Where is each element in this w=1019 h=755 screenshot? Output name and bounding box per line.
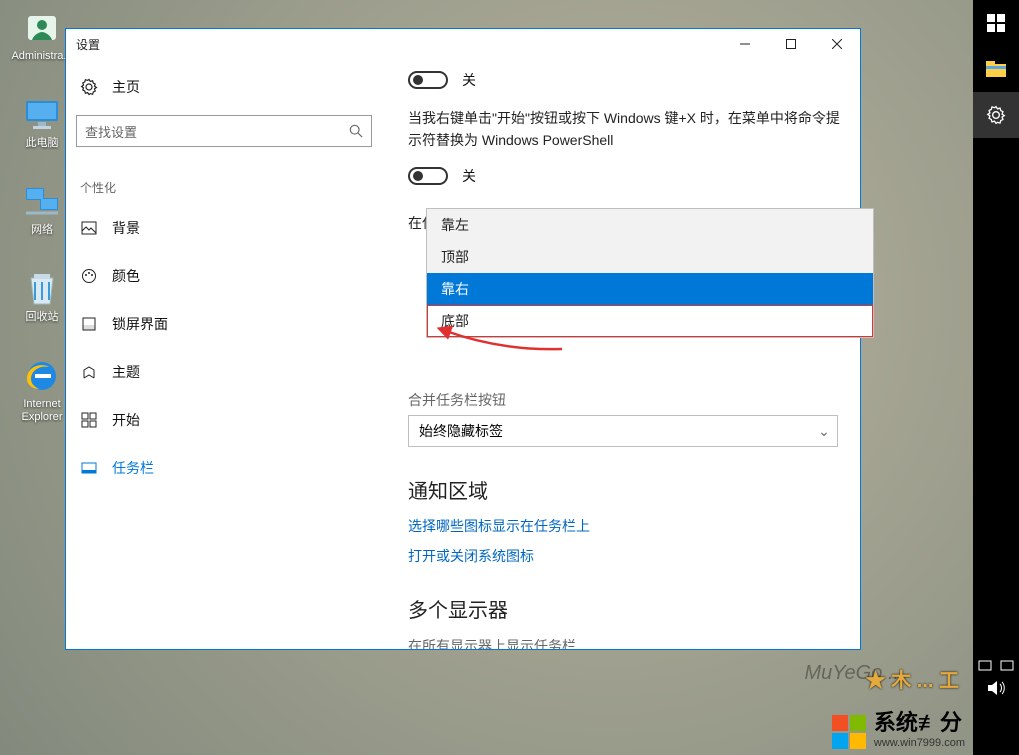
multimon-label: 在所有显示器上显示任务栏 xyxy=(408,635,842,649)
multimonitor-header: 多个显示器 xyxy=(408,594,842,623)
notification-area-header: 通知区域 xyxy=(408,475,842,504)
nav-label: 锁屏界面 xyxy=(112,314,168,334)
user-icon xyxy=(22,8,62,48)
home-row[interactable]: 主页 xyxy=(76,67,386,107)
dropdown-option-top[interactable]: 顶部 xyxy=(427,241,873,273)
desktop-icon-label: 回收站 xyxy=(26,311,59,324)
desktop-icons: Administra... 此电脑 网络 回收站 Internet Explor… xyxy=(12,8,72,424)
nav-background[interactable]: 背景 xyxy=(76,204,386,252)
desktop-icon-label: Administra... xyxy=(11,50,72,63)
taskbar-position-dropdown: 靠左 顶部 靠右 底部 xyxy=(426,208,874,338)
nav-themes[interactable]: 主题 xyxy=(76,348,386,396)
link-select-icons[interactable]: 选择哪些图标显示在任务栏上 xyxy=(408,516,842,536)
search-input[interactable]: 查找设置 xyxy=(76,115,372,147)
palette-icon xyxy=(80,268,98,284)
combine-label-partial: 合并任务栏按钮 xyxy=(408,389,842,411)
link-system-icons[interactable]: 打开或关闭系统图标 xyxy=(408,546,842,566)
picture-icon xyxy=(80,220,98,236)
lockscreen-icon xyxy=(80,316,98,332)
start-button[interactable] xyxy=(973,0,1019,46)
close-button[interactable] xyxy=(814,29,860,59)
settings-content: 关 当我右键单击"开始"按钮或按下 Windows 键+X 时，在菜单中将命令提… xyxy=(386,59,860,649)
combine-combobox[interactable]: 始终隐藏标签 ⌄ xyxy=(408,415,838,447)
toggle-switch-1[interactable] xyxy=(408,71,448,89)
settings-leftnav: 主页 查找设置 个性化 背景 颜色 锁屏界面 xyxy=(66,59,386,649)
nav-label: 颜色 xyxy=(112,266,140,286)
window-title: 设置 xyxy=(76,36,100,53)
watermark-logo-text: ★ 木 ... 工 xyxy=(866,664,959,693)
nav-lockscreen[interactable]: 锁屏界面 xyxy=(76,300,386,348)
nav-taskbar[interactable]: 任务栏 xyxy=(76,444,386,492)
desktop-icon-label: 网络 xyxy=(31,224,53,237)
brand-logo-icon xyxy=(832,715,866,749)
network-icon xyxy=(22,182,62,222)
volume-icon[interactable] xyxy=(987,680,1005,696)
explorer-button[interactable] xyxy=(973,46,1019,92)
combo-value: 始终隐藏标签 xyxy=(419,421,503,441)
computer-icon xyxy=(22,95,62,135)
tray-icon-1[interactable] xyxy=(978,658,992,672)
powershell-desc: 当我右键单击"开始"按钮或按下 Windows 键+X 时，在菜单中将命令提示符… xyxy=(408,107,842,151)
section-header: 个性化 xyxy=(76,161,386,204)
taskbar-right xyxy=(973,0,1019,652)
taskbar-tray xyxy=(973,652,1019,755)
desktop-icon-recycle[interactable]: 回收站 xyxy=(12,269,72,324)
tray-icons[interactable] xyxy=(978,658,1014,672)
chevron-down-icon: ⌄ xyxy=(811,423,837,440)
dropdown-option-left[interactable]: 靠左 xyxy=(427,209,873,241)
desktop-icon-computer[interactable]: 此电脑 xyxy=(12,95,72,150)
toggle-state-2: 关 xyxy=(462,166,476,186)
dropdown-option-bottom[interactable]: 底部 xyxy=(427,305,873,337)
desktop-icon-user[interactable]: Administra... xyxy=(12,8,72,63)
nav-label: 主题 xyxy=(112,362,140,382)
settings-task-button[interactable] xyxy=(973,92,1019,138)
brand-text: 系统≢分 xyxy=(874,705,965,737)
home-label: 主页 xyxy=(112,77,140,97)
search-icon xyxy=(349,124,363,138)
nav-start[interactable]: 开始 xyxy=(76,396,386,444)
settings-window: 设置 主页 查找设置 个性化 背景 xyxy=(65,28,861,650)
ie-icon xyxy=(22,356,62,396)
minimize-button[interactable] xyxy=(722,29,768,59)
toggle-state-1: 关 xyxy=(462,70,476,90)
nav-label: 任务栏 xyxy=(112,458,154,478)
nav-label: 背景 xyxy=(112,218,140,238)
desktop-icon-label: 此电脑 xyxy=(26,137,59,150)
tray-icon-2[interactable] xyxy=(1000,658,1014,672)
toggle-switch-2[interactable] xyxy=(408,167,448,185)
gear-icon xyxy=(80,78,98,96)
search-placeholder: 查找设置 xyxy=(85,122,137,141)
dropdown-option-right[interactable]: 靠右 xyxy=(427,273,873,305)
nav-label: 开始 xyxy=(112,410,140,430)
titlebar: 设置 xyxy=(66,29,860,59)
nav-colors[interactable]: 颜色 xyxy=(76,252,386,300)
site-branding: 系统≢分 www.win7999.com xyxy=(832,705,965,749)
taskbar-icon xyxy=(80,460,98,476)
brand-url: www.win7999.com xyxy=(874,737,965,749)
recycle-icon xyxy=(22,269,62,309)
start-icon xyxy=(80,412,98,428)
desktop-icon-network[interactable]: 网络 xyxy=(12,182,72,237)
desktop-icon-ie[interactable]: Internet Explorer xyxy=(12,356,72,424)
maximize-button[interactable] xyxy=(768,29,814,59)
theme-icon xyxy=(80,364,98,380)
desktop-icon-label: Internet Explorer xyxy=(22,398,63,424)
